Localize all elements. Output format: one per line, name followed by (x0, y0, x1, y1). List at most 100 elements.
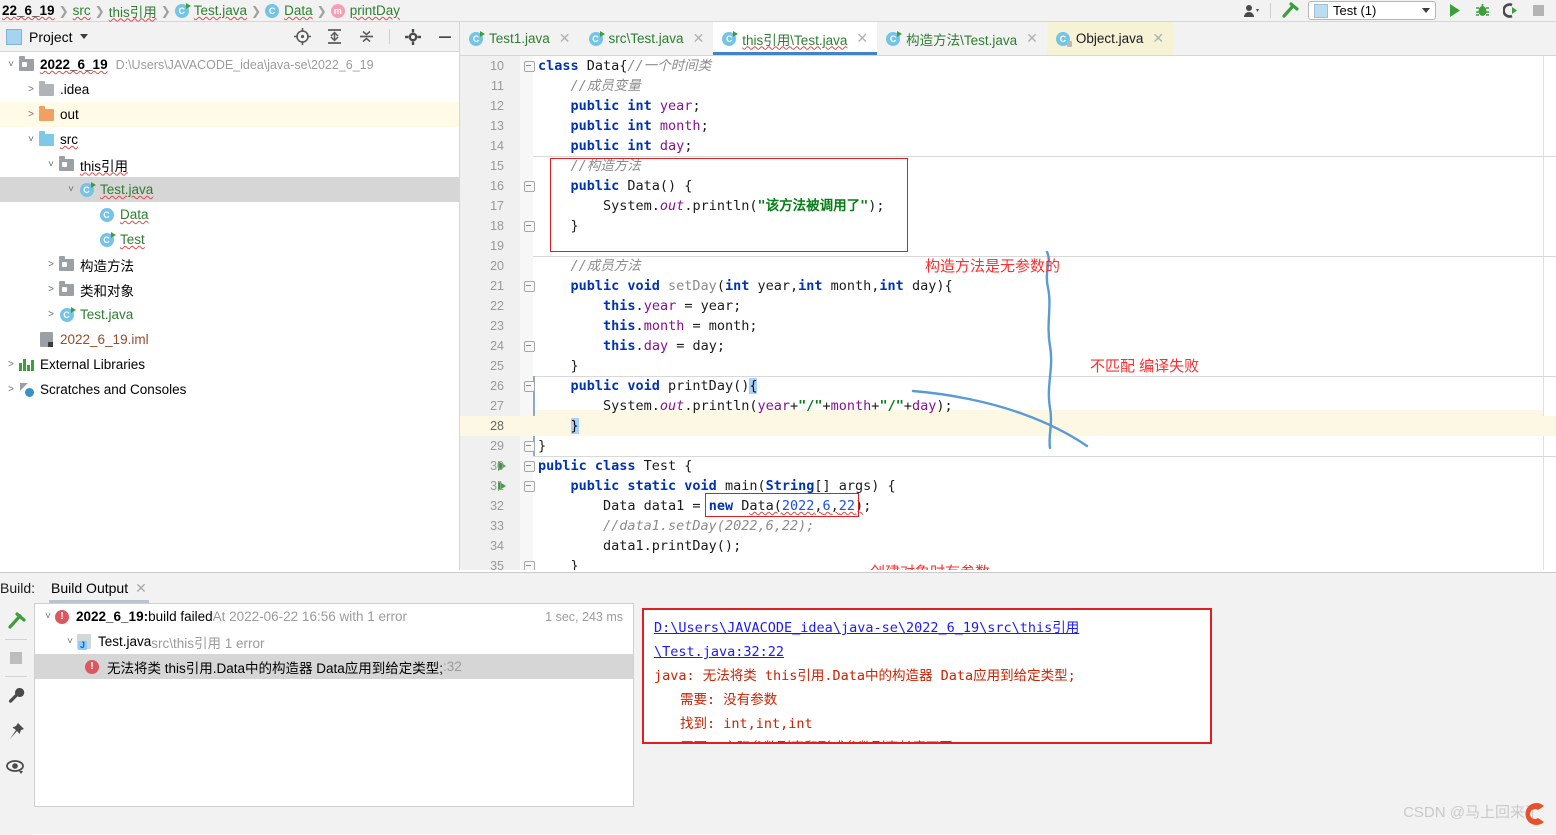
java-class-runnable-icon: C (722, 30, 739, 46)
tree-node-label: Scratches and Consoles (40, 382, 187, 397)
chevron-down-icon[interactable]: ˅ (44, 159, 58, 170)
project-toolbar (293, 27, 454, 46)
chevron-down-icon[interactable] (79, 34, 88, 39)
chevron-right-icon[interactable]: ˃ (4, 359, 18, 370)
code-line: public Data() { (538, 178, 693, 194)
java-class-runnable-icon: C (58, 306, 76, 322)
build-row-title: 2022_6_19: (76, 609, 149, 624)
line-number: 34 (490, 539, 504, 553)
build-row-file[interactable]: ˅ Test.java src\this引用 1 error (35, 629, 633, 654)
build-error-detail[interactable]: D:\Users\JAVACODE_idea\java-se\2022_6_19… (642, 608, 1212, 744)
breadcrumb-item-file[interactable]: C Test.java (174, 2, 248, 18)
breadcrumb-item-module[interactable]: 22_6_19 (2, 3, 55, 18)
tree-node-package-leihe[interactable]: ˃ 类和对象 (0, 277, 460, 302)
error-found-line: 找到: int,int,int (680, 716, 813, 732)
tree-node-scratches[interactable]: ˃ Scratches and Consoles (0, 377, 460, 402)
settings-wrench-icon[interactable] (0, 677, 32, 713)
user-profile-icon[interactable] (1242, 1, 1261, 20)
breadcrumb-item-method[interactable]: m printDay (330, 3, 400, 18)
tree-node-idea[interactable]: ˃ .idea (0, 77, 460, 102)
settings-gear-icon[interactable] (403, 27, 422, 46)
tree-node-test-java-selected[interactable]: ˅ C Test.java (0, 177, 460, 202)
build-row-error[interactable]: ! 无法将类 this引用.Data中的构造器 Data应用到给定类型; :32 (35, 654, 633, 679)
expand-all-icon[interactable] (325, 27, 344, 46)
chevron-right-icon[interactable]: ˃ (44, 259, 58, 270)
build-hammer-icon[interactable] (1280, 1, 1299, 20)
chevron-right-icon[interactable]: ˃ (4, 384, 18, 395)
locate-icon[interactable] (293, 27, 312, 46)
tree-node-external-libraries[interactable]: ˃ External Libraries (0, 352, 460, 377)
tree-node-class-data[interactable]: ˃ C Data (0, 202, 460, 227)
line-number: 10 (490, 59, 504, 73)
collapse-all-icon[interactable] (357, 27, 376, 46)
hide-window-icon[interactable] (435, 27, 454, 46)
rerun-icon[interactable] (0, 603, 32, 639)
build-row-text: 无法将类 this引用.Data中的构造器 Data应用到给定类型; (107, 660, 444, 676)
breadcrumb-label: Test.java (193, 3, 248, 18)
csdn-logo-icon (1525, 803, 1544, 825)
chevron-down-icon[interactable]: ˅ (64, 184, 78, 195)
breadcrumb-item-class[interactable]: C Data (265, 3, 313, 18)
code-line: public int month; (538, 118, 709, 134)
project-title[interactable]: Project (6, 28, 88, 45)
breadcrumb-label: this引用 (108, 4, 157, 20)
close-icon[interactable]: ✕ (1026, 30, 1038, 47)
pin-icon[interactable] (0, 713, 32, 749)
eye-icon[interactable] (0, 749, 32, 785)
java-class-runnable-icon: C (886, 30, 903, 46)
line-number: 27 (490, 399, 504, 413)
tab-this-test-java[interactable]: C this引用\Test.java ✕ (713, 22, 878, 55)
build-output-tree[interactable]: ˅ ! 2022_6_19: build failed At 2022-06-2… (34, 603, 634, 807)
tab-build-output[interactable]: Build Output ✕ (45, 574, 153, 603)
tab-gouzao-test-java[interactable]: C 构造方法\Test.java ✕ (877, 22, 1047, 55)
close-icon[interactable]: ✕ (856, 30, 868, 47)
chevron-down-icon[interactable]: ˅ (4, 59, 18, 70)
code-line: public class Test { (538, 458, 693, 474)
tree-node-package-gouzao[interactable]: ˃ 构造方法 (0, 252, 460, 277)
build-row-module[interactable]: ˅ ! 2022_6_19: build failed At 2022-06-2… (35, 604, 633, 629)
code-editor[interactable]: 10 class Data{//一个时间类 11 //成员变量 12 public… (460, 56, 1556, 570)
tree-node-src[interactable]: ˅ src (0, 127, 460, 152)
build-duration: 1 sec, 243 ms (545, 609, 623, 624)
code-lines[interactable]: 10 class Data{//一个时间类 11 //成员变量 12 public… (460, 56, 1556, 570)
ide-window: 22_6_19 ❯ src ❯ this引用 ❯ C Test.java ❯ C… (0, 0, 1556, 835)
build-row-detail: src\this引用 1 error (151, 635, 265, 651)
tab-src-test-java[interactable]: C src\Test.java ✕ (580, 22, 714, 55)
run-icon[interactable] (1445, 1, 1464, 20)
debug-icon[interactable] (1473, 1, 1492, 20)
breadcrumb-item-package[interactable]: this引用 (109, 1, 157, 21)
chevron-down-icon[interactable]: ˅ (63, 636, 77, 647)
tree-node-iml[interactable]: ˃ 2022_6_19.iml (0, 327, 460, 352)
tree-node-src-test-java[interactable]: ˃ C Test.java (0, 302, 460, 327)
line-number: 17 (490, 199, 504, 213)
tree-node-module[interactable]: ˅ 2022_6_19 D:\Users\JAVACODE_idea\java-… (0, 52, 460, 77)
error-icon: ! (85, 659, 99, 674)
close-icon[interactable]: ✕ (135, 580, 147, 597)
tree-node-out[interactable]: ˃ out (0, 102, 460, 127)
close-icon[interactable]: ✕ (1152, 30, 1164, 47)
chevron-right-icon[interactable]: ˃ (24, 109, 38, 120)
run-configuration-selector[interactable]: Test (1) (1308, 1, 1436, 20)
code-line: System.out.println("该方法被调用了"); (538, 198, 885, 214)
close-icon[interactable]: ✕ (693, 30, 705, 47)
code-line: this.month = month; (538, 318, 758, 334)
line-number: 15 (490, 159, 504, 173)
project-tree[interactable]: ˅ 2022_6_19 D:\Users\JAVACODE_idea\java-… (0, 52, 460, 570)
chevron-right-icon[interactable]: ˃ (24, 84, 38, 95)
chevron-right-icon[interactable]: ˃ (44, 309, 58, 320)
chevron-down-icon[interactable]: ˅ (24, 134, 38, 145)
run-with-coverage-icon[interactable] (1501, 1, 1520, 20)
tree-node-package-this[interactable]: ˅ this引用 (0, 152, 460, 177)
code-line: public void printDay(){ (538, 378, 758, 394)
chevron-right-icon[interactable]: ˃ (44, 284, 58, 295)
tab-object-java[interactable]: C Object.java ✕ (1046, 22, 1174, 55)
close-icon[interactable]: ✕ (559, 30, 571, 47)
code-line: class Data{//一个时间类 (538, 58, 712, 74)
breadcrumb-item-src[interactable]: src (73, 3, 91, 18)
build-side-toolbar (0, 603, 32, 835)
tree-node-label: out (60, 107, 79, 122)
error-file-link[interactable]: D:\Users\JAVACODE_idea\java-se\2022_6_19… (654, 616, 1200, 664)
tree-node-class-test[interactable]: ˃ C Test (0, 227, 460, 252)
tab-test1-java[interactable]: C Test1.java ✕ (460, 22, 580, 55)
chevron-down-icon[interactable]: ˅ (41, 611, 55, 622)
